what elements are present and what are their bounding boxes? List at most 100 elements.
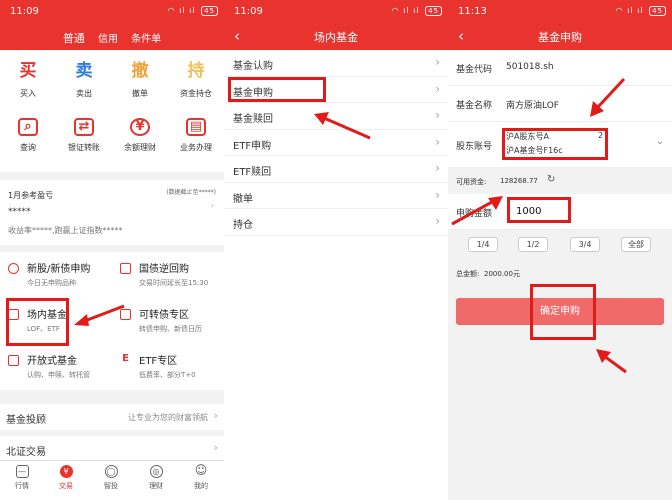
bse-trade-row[interactable]: 北证交易 › [0, 436, 224, 462]
wealth-tab-icon: ◎ [149, 465, 163, 478]
cancel-order-button[interactable]: 撤 撤单 [112, 60, 168, 99]
page-title: 基金申购 [538, 31, 582, 44]
header: ‹ 场内基金 [224, 25, 448, 50]
tab-conditional[interactable]: 条件单 [131, 34, 161, 45]
query-label: 查询 [20, 143, 36, 152]
fund-code-value[interactable]: 501018.sh [506, 62, 554, 72]
signal-icons: ◠ ıl ıl 45 [168, 6, 218, 16]
fund-code-row[interactable]: 基金代码 501018.sh [448, 50, 672, 86]
status-bar: 11:09 ◠ ıl ıl 45 [224, 0, 448, 25]
red-arrow [74, 304, 125, 326]
bank-transfer-button[interactable]: ⇄ 银证转账 [56, 118, 112, 153]
red-arrow [451, 196, 503, 226]
ipo-title: 新股/新债申购 [27, 264, 91, 275]
business-button[interactable]: ▤ 业务办理 [168, 118, 224, 153]
highlight-box [6, 298, 69, 346]
holdings-button[interactable]: 持 资金持仓 [168, 60, 224, 99]
tab-smart[interactable]: ◯ 智投 [89, 465, 133, 491]
briefcase-icon: ▤ [186, 118, 206, 136]
funds-value: 128268.77 [500, 177, 538, 185]
repo-icon [120, 263, 131, 274]
total-label: 总金额: [456, 270, 480, 278]
buy-button[interactable]: 买 买入 [0, 60, 56, 99]
balance-wealth-label: 余额理财 [124, 143, 156, 152]
bond-sub: 转债申购、新债日历 [139, 325, 202, 333]
open-fund-item[interactable]: 开放式基金 认购、申赎、转托管 [0, 346, 108, 391]
funds-label: 可用资金: [456, 178, 487, 186]
tab-me-label: 我的 [194, 482, 208, 490]
chevron-right-icon: › [210, 201, 214, 210]
tab-market[interactable]: — 行情 [0, 465, 44, 491]
open-fund-sub: 认购、申赎、转托管 [27, 371, 90, 379]
fund-code-label: 基金代码 [456, 65, 493, 75]
fund-name-label: 基金名称 [456, 101, 493, 111]
balance-wealth-button[interactable]: ¥ 余额理财 [112, 118, 168, 153]
ipo-sub: 今日无申购品种 [27, 279, 76, 287]
fund-advisor-desc: 让专业为您的财富领航 [128, 413, 208, 422]
tab-credit[interactable]: 信用 [98, 34, 118, 45]
chevron-right-icon: › [435, 55, 440, 69]
status-time: 11:09 [234, 6, 263, 17]
tab-trade[interactable]: ¥ 交易 [44, 465, 88, 491]
tab-normal[interactable]: 普通 [63, 32, 85, 45]
battery-icon: 45 [425, 6, 442, 16]
convertible-bond-item[interactable]: 可转债专区 转债申购、新债日历 [112, 300, 220, 345]
total-value: 2000.00元 [484, 270, 520, 278]
exchange-fund-screen: 11:09 ◠ ıl ıl 45 ‹ 场内基金 基金认购 › 基金申购 › 基金赎回… [224, 0, 448, 500]
fund-advisor-row[interactable]: 基金投顾 让专业为您的财富领航 › [0, 404, 224, 430]
ipo-subscribe-item[interactable]: 新股/新债申购 今日无申购品种 [0, 254, 108, 299]
refresh-icon[interactable]: ↻ [547, 174, 555, 185]
menu-cancel-order[interactable]: 撤单 › [224, 182, 448, 209]
tab-trade-label: 交易 [59, 482, 73, 490]
chevron-right-icon: › [435, 187, 440, 202]
account-value: ***** [8, 207, 31, 217]
holdings-icon: 持 [187, 61, 205, 81]
highlight-box [530, 284, 596, 340]
red-arrow [590, 77, 626, 117]
chevron-right-icon: › [435, 214, 440, 228]
red-arrow [314, 112, 371, 140]
highlight-box [502, 128, 608, 160]
account-summary[interactable]: 1月参考盈亏 (数据截止至*****) ***** › 收益率*****,跑赢上… [0, 180, 224, 245]
chevron-right-icon: › [213, 441, 218, 454]
etf-sub: 低费率、部分T+0 [139, 371, 196, 379]
query-icon: ⌕ [18, 118, 38, 136]
chevron-down-icon[interactable]: ⌄ [656, 136, 664, 147]
battery-icon: 45 [649, 6, 666, 16]
bottom-tabbar: — 行情 ¥ 交易 ◯ 智投 ◎ 理财 ☺ 我的 [0, 460, 224, 500]
trade-icon: ¥ [59, 465, 73, 478]
open-fund-icon [8, 355, 19, 366]
ipo-icon [8, 263, 19, 274]
chevron-right-icon: › [435, 134, 440, 149]
menu-label: ETF赎回 [233, 167, 272, 178]
etf-zone-item[interactable]: E ETF专区 低费率、部分T+0 [112, 346, 220, 391]
sell-button[interactable]: 卖 卖出 [56, 60, 112, 99]
fraction-quarter-button[interactable]: 1/4 [468, 237, 498, 252]
account-note: (数据截止至*****) [166, 189, 216, 196]
menu-fund-subscribe[interactable]: 基金认购 › [224, 50, 448, 77]
account-label: 股东账号 [456, 142, 493, 152]
open-fund-title: 开放式基金 [27, 356, 77, 367]
bank-transfer-label: 银证转账 [68, 143, 100, 152]
etf-title: ETF专区 [139, 356, 178, 367]
status-bar: 11:09 ◠ ıl ıl 45 [0, 0, 224, 25]
sell-label: 卖出 [76, 89, 92, 98]
fraction-half-button[interactable]: 1/2 [518, 237, 548, 252]
fraction-all-button[interactable]: 全部 [621, 237, 651, 252]
highlight-box [507, 197, 571, 223]
menu-holdings[interactable]: 持仓 › [224, 209, 448, 236]
account-sub: 收益率*****,跑赢上证指数***** [8, 226, 123, 235]
cancel-order-label: 撤单 [132, 89, 148, 98]
query-button[interactable]: ⌕ 查询 [0, 118, 56, 153]
header: ‹ 基金申购 [448, 25, 672, 50]
chevron-right-icon: › [435, 81, 440, 96]
menu-etf-redeem[interactable]: ETF赎回 › [224, 156, 448, 183]
account-pnl-label: 1月参考盈亏 [8, 191, 54, 200]
buy-label: 买入 [20, 89, 36, 98]
tab-wealth[interactable]: ◎ 理财 [134, 465, 178, 491]
status-time: 11:09 [10, 6, 39, 17]
fraction-three-quarter-button[interactable]: 3/4 [570, 237, 600, 252]
reverse-repo-item[interactable]: 国债逆回购 交易时间延长至15:30 [112, 254, 220, 299]
tab-me[interactable]: ☺ 我的 [179, 464, 223, 491]
chevron-right-icon: › [213, 409, 218, 422]
